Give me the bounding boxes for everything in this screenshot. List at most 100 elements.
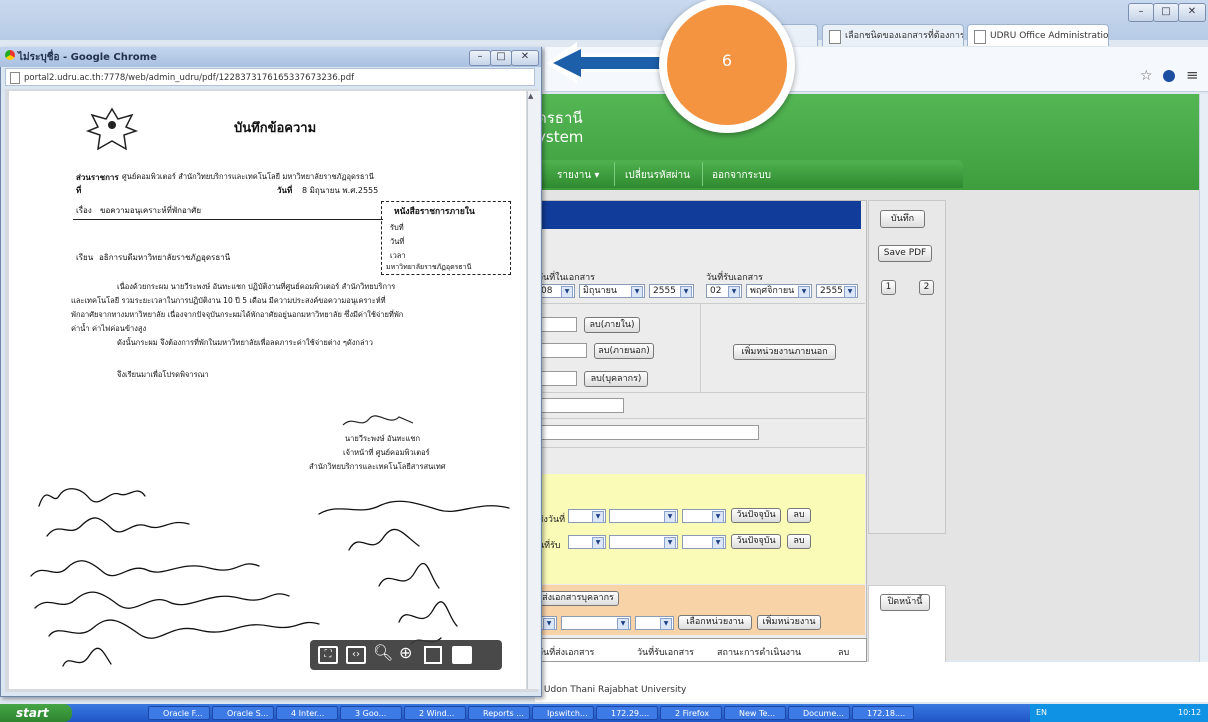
bg-minimize-button[interactable]: – (1128, 3, 1154, 22)
recv2-month-select[interactable]: ▼ (609, 535, 678, 549)
send-day-select[interactable]: ▼ (568, 509, 606, 523)
chevron-down-icon: ▼ (844, 286, 856, 298)
text-input-2[interactable] (537, 425, 759, 440)
taskbar-item[interactable]: 172.29.... (596, 706, 658, 720)
print-icon[interactable] (452, 646, 472, 664)
add-external-unit-button[interactable]: เพิ่มหน่วยงานภายนอก (733, 344, 836, 360)
close-page-button[interactable]: ปิดหน้านี้ (880, 594, 930, 611)
delete-personnel-button[interactable]: ลบ(บุคลากร) (584, 371, 648, 387)
menu-change-password[interactable]: เปลี่ยนรหัสผ่าน (625, 168, 690, 183)
delete-internal-button[interactable]: ลบ(ภายใน) (584, 317, 640, 333)
send-personnel-button[interactable]: ส่งเอกสารบุคลากร (537, 591, 619, 606)
send-month-select[interactable]: ▼ (609, 509, 678, 523)
page-scrollbar[interactable] (1199, 94, 1208, 694)
fit-page-icon[interactable]: ⛶ (318, 646, 338, 664)
divider (700, 304, 701, 392)
chevron-down-icon: ▼ (680, 286, 692, 298)
popup-address-bar[interactable]: portal2.udru.ac.th:7778/web/admin_udru/p… (5, 68, 535, 86)
chevron-down-icon: ▼ (664, 537, 676, 549)
popup-scrollbar[interactable] (527, 91, 540, 689)
popup-minimize-button[interactable]: – (469, 50, 491, 66)
page-1-button[interactable]: 1 (881, 280, 896, 295)
step-arrow (547, 42, 675, 84)
menu-logout[interactable]: ออกจากระบบ (712, 168, 771, 183)
page-icon (10, 72, 20, 84)
doc-day-select[interactable]: 08 ▼ (537, 284, 575, 298)
clock: 10:12 (1178, 708, 1202, 717)
recv2-day-select[interactable]: ▼ (568, 535, 606, 549)
subject-label: เรื่อง (76, 206, 92, 215)
doc-year-select[interactable]: 2555 ▼ (649, 284, 694, 298)
recv-day-select[interactable]: 02 ▼ (706, 284, 742, 298)
tab-udru-office[interactable]: UDRU Office Administration (967, 24, 1109, 46)
chevron-down-icon: ▼ (798, 286, 810, 298)
sign-org: สำนักวิทยบริการและเทคโนโลยีสารสนเทศ (309, 462, 446, 471)
tab-background-2[interactable]: เลือกชนิดของเอกสารที่ต้องการ (822, 24, 964, 46)
taskbar-item[interactable]: Oracle S... (212, 706, 274, 720)
send-date-label: ส่งวันที่ (538, 515, 566, 525)
body-line-1: เนื่องด้วยกระผม นายวีระพงษ์ อันทะแชก ปฏิ… (117, 282, 396, 291)
taskbar-item[interactable]: New Te... (724, 706, 786, 720)
bg-maximize-button[interactable]: □ (1153, 3, 1179, 22)
unit-select-3[interactable]: ▼ (635, 616, 674, 630)
add-unit-button[interactable]: เพิ่มหน่วยงาน (757, 615, 821, 630)
zoom-in-icon[interactable]: ⊕ (399, 643, 412, 662)
col-status: สถานะการดำเนินงาน (717, 648, 802, 658)
zoom-out-icon[interactable]: 🔍︎ (373, 643, 393, 662)
recv-year-select[interactable]: 2555 ▼ (816, 284, 858, 298)
send-delete-button[interactable]: ลบ (787, 508, 811, 523)
send-today-button[interactable]: วันปัจจุบัน (731, 508, 781, 523)
taskbar-item[interactable]: 2 Wind... (404, 706, 466, 720)
taskbar-item[interactable]: Reports ... (468, 706, 530, 720)
internal-input[interactable] (537, 317, 577, 332)
page-2-button[interactable]: 2 (919, 280, 934, 295)
recv-month-select[interactable]: พฤศจิกายน ▼ (746, 284, 812, 298)
taskbar-item[interactable]: 172.18.... (852, 706, 914, 720)
chevron-down-icon: ▼ (617, 618, 629, 630)
delete-external-button[interactable]: ลบ(ภายนอก) (594, 343, 654, 359)
stamp-no: รับที่ (390, 223, 404, 232)
taskbar-item[interactable]: Ipswitch... (532, 706, 594, 720)
select-unit-button[interactable]: เลือกหน่วยงาน (678, 615, 752, 630)
save-pdf-button[interactable]: Save PDF (878, 245, 932, 262)
popup-close-button[interactable]: ✕ (511, 50, 539, 66)
recv2-year-select[interactable]: ▼ (682, 535, 726, 549)
extension-icon[interactable] (1163, 70, 1175, 82)
divider (535, 447, 865, 448)
footer (535, 662, 1208, 702)
taskbar-item[interactable]: 3 Goo... (340, 706, 402, 720)
sign-name: นายวีระพงษ์ อันทะแชก (345, 434, 421, 443)
send-receive-panel (535, 474, 865, 584)
scroll-up-icon[interactable]: ▲ (528, 92, 533, 100)
sign-position: เจ้าหน้าที่ ศูนย์คอมพิวเตอร์ (343, 448, 430, 457)
fit-width-icon[interactable]: ‹› (346, 646, 366, 664)
tab-label: UDRU Office Administration (990, 31, 1109, 41)
menu-icon[interactable]: ≡ (1186, 66, 1199, 84)
star-icon[interactable]: ☆ (1140, 68, 1153, 84)
body-line-6: จึงเรียนมาเพื่อโปรดพิจารณา (117, 370, 209, 379)
text-input-1[interactable] (537, 398, 624, 413)
chevron-down-icon: ▼ (631, 286, 643, 298)
personnel-input[interactable] (537, 371, 577, 386)
external-input[interactable] (537, 343, 587, 358)
recv-today-button[interactable]: วันปัจจุบัน (731, 534, 781, 549)
body-line-3: พักอาศัยจากทางมหาวิทยาลัย เนื่องจากปัจจุ… (71, 310, 404, 319)
doc-month-select[interactable]: มิถุนายน ▼ (579, 284, 645, 298)
receiving-stamp: หนังสือราชการภายใน รับที่ วันที่ เวลา มห… (381, 201, 511, 275)
taskbar-item[interactable]: 2 Firefox (660, 706, 722, 720)
save-disk-icon[interactable] (424, 646, 442, 664)
taskbar-item[interactable]: Oracle F... (148, 706, 210, 720)
save-button[interactable]: บันทึก (880, 210, 925, 228)
recv-delete-button[interactable]: ลบ (787, 534, 811, 549)
menu-report[interactable]: รายงาน ▾ (557, 168, 599, 183)
taskbar-item[interactable]: 4 Inter... (276, 706, 338, 720)
chrome-logo-icon (5, 50, 15, 60)
memo-heading: บันทึกข้อความ (234, 121, 317, 136)
language-indicator[interactable]: EN (1036, 704, 1047, 722)
popup-maximize-button[interactable]: □ (490, 50, 512, 66)
unit-select-2[interactable]: ▼ (561, 616, 631, 630)
send-year-select[interactable]: ▼ (682, 509, 726, 523)
taskbar-item[interactable]: Docume... (788, 706, 850, 720)
bg-close-button[interactable]: ✕ (1178, 3, 1206, 22)
start-button[interactable]: start (0, 704, 72, 722)
